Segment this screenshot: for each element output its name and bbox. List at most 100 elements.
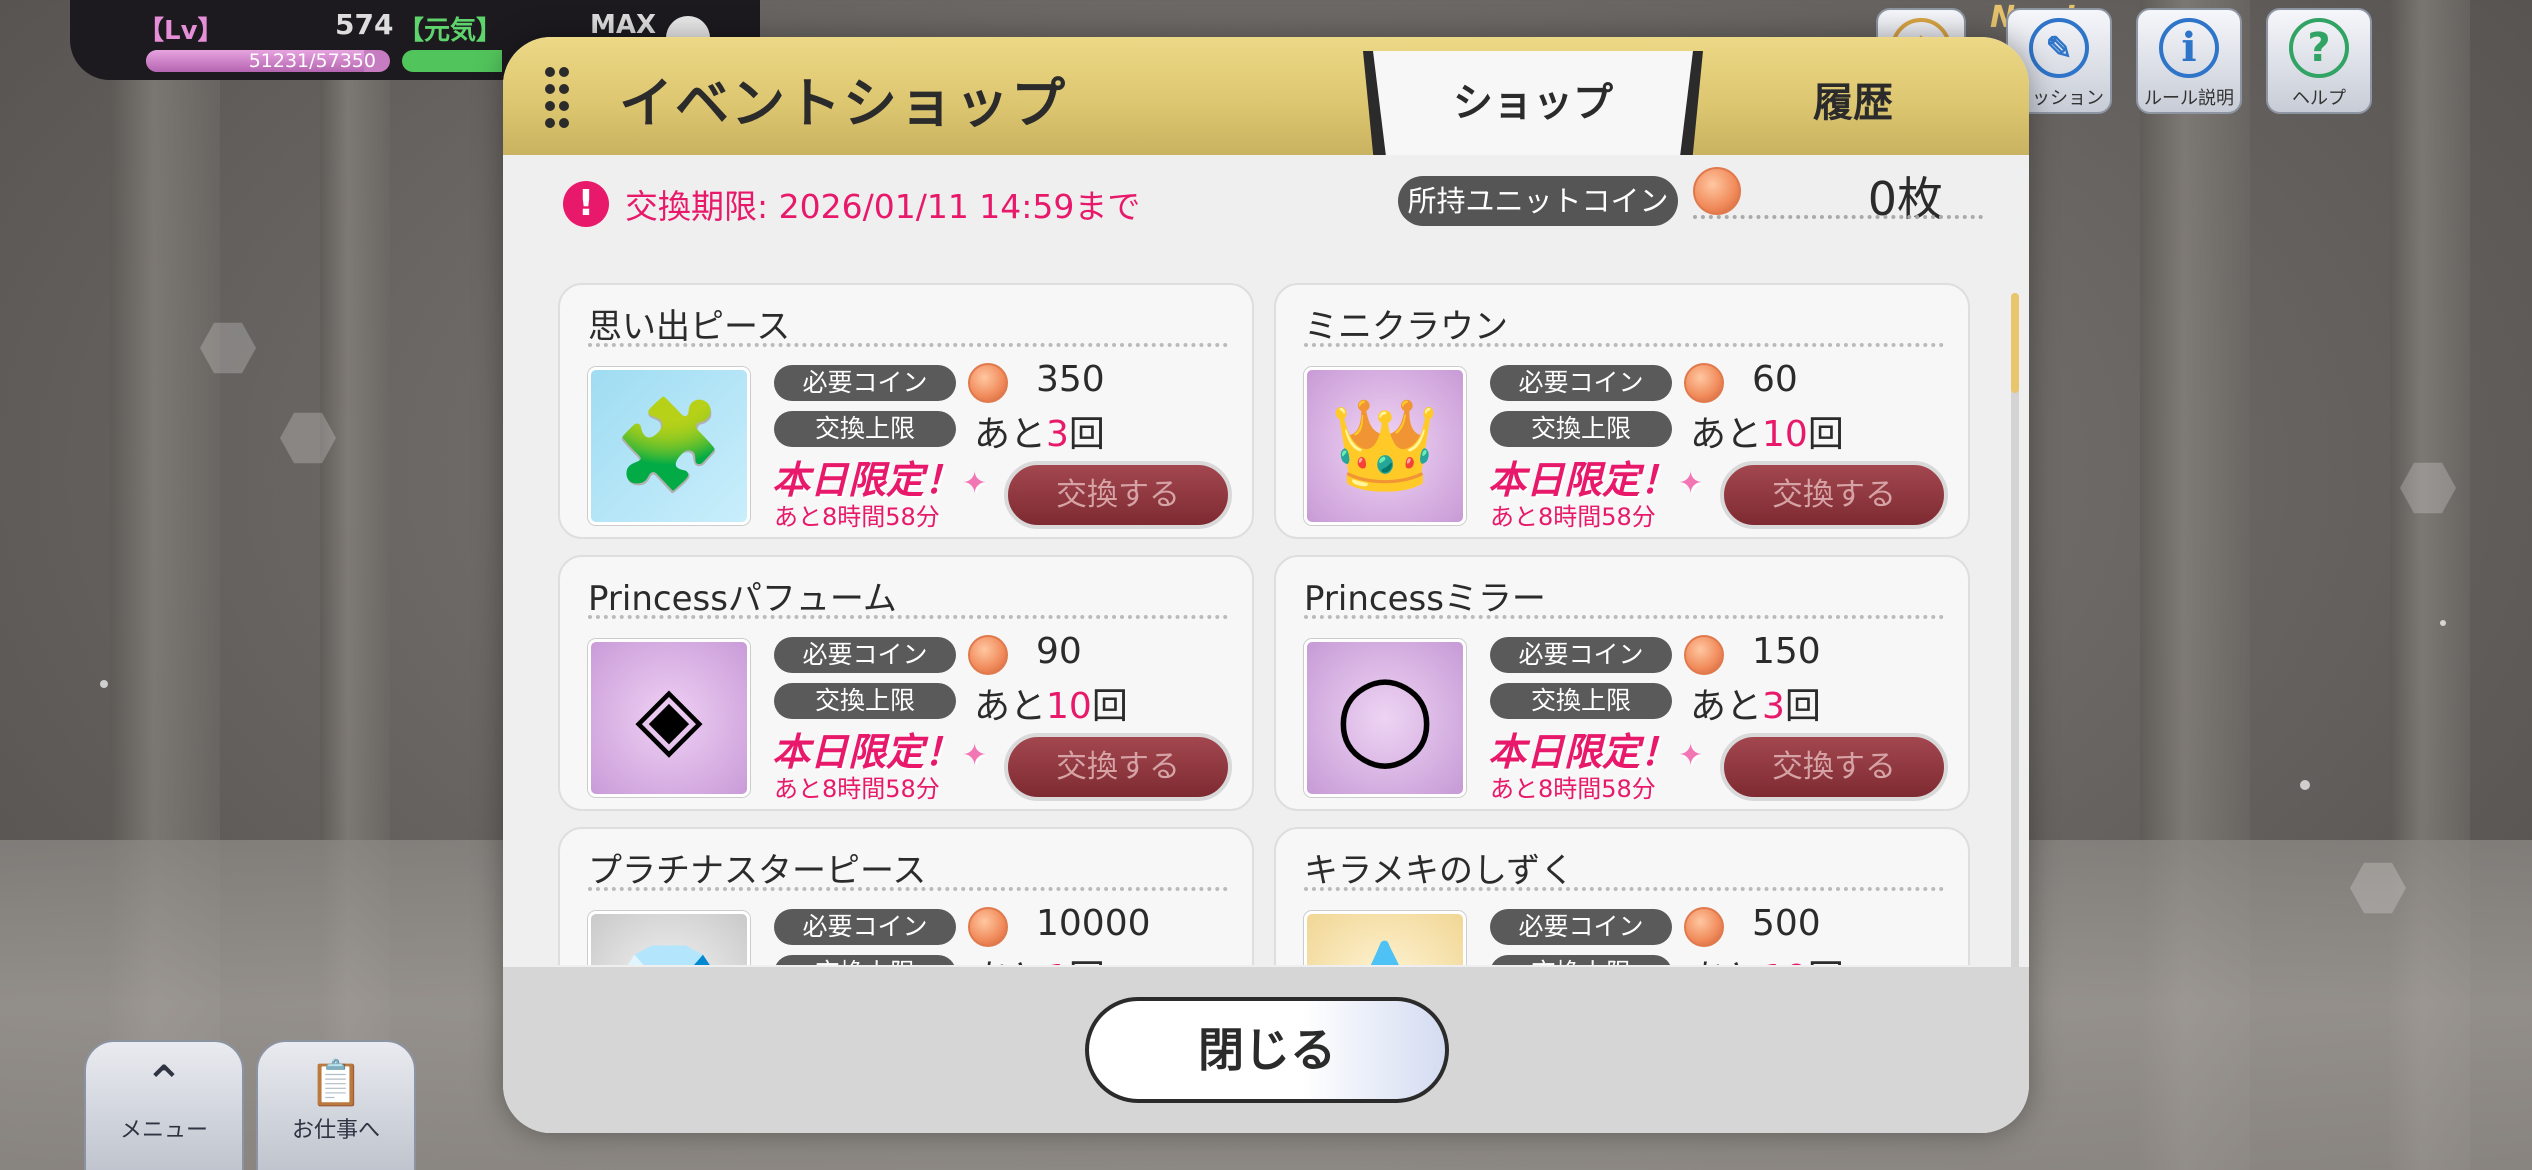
item-name: ミニクラウン	[1304, 307, 1508, 347]
exchange-remaining: あと3回	[974, 405, 1105, 457]
exchange-limit-label: 交換上限	[774, 955, 956, 965]
item-name: Princessミラー	[1304, 579, 1546, 619]
remaining-suffix: 回	[1807, 414, 1844, 455]
owned-coin-label: 所持ユニットコイン	[1398, 176, 1678, 226]
tab-shop[interactable]: ショップ	[1373, 51, 1693, 155]
item-cost: 350	[1036, 359, 1105, 400]
gem-icon[interactable]: 💎	[588, 911, 750, 965]
exchange-remaining: あと1回	[974, 949, 1105, 965]
item-name: キラメキのしずく	[1304, 851, 1575, 891]
mirror-icon[interactable]: ◯	[1304, 639, 1466, 797]
item-cost: 10000	[1036, 903, 1151, 944]
help-button[interactable]: ? ヘルプ	[2266, 8, 2372, 114]
shop-item-card: キラメキのしずく💧必要コイン500交換上限あと10回本日限定！✦あと8時間58分…	[1274, 827, 1970, 965]
exchange-remaining: あと3回	[1690, 677, 1821, 729]
remaining-count: 10	[1762, 414, 1808, 455]
divider	[1304, 615, 1944, 619]
background-sparkle	[2440, 620, 2446, 626]
exchange-limit-label: 交換上限	[774, 683, 956, 719]
exchange-remaining: あと10回	[1690, 949, 1844, 965]
today-only-text: 本日限定！	[1488, 730, 1679, 774]
drop-icon[interactable]: 💧	[1304, 911, 1466, 965]
stamina-bar	[402, 50, 502, 72]
item-cost: 60	[1752, 359, 1798, 400]
remaining-count: 1	[1046, 958, 1069, 965]
divider	[1304, 343, 1944, 347]
required-coin-label: 必要コイン	[1490, 909, 1672, 945]
exchange-remaining: あと10回	[974, 677, 1128, 729]
exchange-deadline-text: 交換期限: 2026/01/11 14:59まで	[625, 187, 1141, 226]
today-only-text: 本日限定！	[772, 730, 963, 774]
tab-history[interactable]: 履歴	[1703, 51, 2003, 155]
background-sparkle	[100, 680, 108, 688]
today-only-badge: 本日限定！✦	[1488, 721, 1703, 776]
remaining-suffix: 回	[1091, 686, 1128, 727]
divider	[588, 343, 1228, 347]
exchange-button[interactable]: 交換する	[1720, 461, 1948, 529]
today-only-badge: 本日限定！✦	[1488, 449, 1703, 504]
help-label: ヘルプ	[2292, 88, 2346, 109]
required-coin-label: 必要コイン	[774, 637, 956, 673]
owned-coin-count: 0枚	[1867, 172, 1943, 226]
list-scrollbar[interactable]	[2011, 293, 2019, 983]
rules-button[interactable]: i ルール説明	[2136, 8, 2242, 114]
unit-coin-icon	[1693, 167, 1741, 215]
coin-icon	[968, 635, 1008, 675]
item-cost: 500	[1752, 903, 1821, 944]
exchange-limit-label: 交換上限	[1490, 683, 1672, 719]
exchange-limit-label: 交換上限	[774, 411, 956, 447]
required-coin-label: 必要コイン	[1490, 365, 1672, 401]
coin-icon	[1684, 363, 1724, 403]
menu-button[interactable]: ⌃ メニュー	[84, 1040, 244, 1170]
dialog-header: イベントショップ ショップ 履歴	[503, 37, 2029, 155]
mission-icon: ✎	[2029, 18, 2089, 78]
coin-icon	[1684, 635, 1724, 675]
remaining-prefix: あと	[1690, 958, 1762, 965]
work-button[interactable]: 📋 お仕事へ	[256, 1040, 416, 1170]
remaining-suffix: 回	[1069, 958, 1105, 965]
dialog-footer: 閉じる	[503, 967, 2029, 1133]
time-remaining: あと8時間58分	[1490, 775, 1656, 803]
work-label: お仕事へ	[291, 1118, 380, 1143]
sparkle-icon: ✦	[1678, 466, 1704, 501]
exchange-button[interactable]: 交換する	[1004, 733, 1232, 801]
divider	[1693, 215, 1983, 219]
coin-icon	[968, 907, 1008, 947]
time-remaining: あと8時間58分	[774, 775, 940, 803]
exchange-button[interactable]: 交換する	[1004, 461, 1232, 529]
required-coin-label: 必要コイン	[774, 365, 956, 401]
divider	[588, 615, 1228, 619]
today-only-text: 本日限定！	[1488, 458, 1679, 502]
stamina-label: 【元気】	[398, 16, 503, 46]
level-value: 574	[335, 8, 394, 41]
stamina-max-label: MAX	[590, 10, 657, 40]
shop-item-card: Princessパフューム ◈ 必要コイン 90 交換上限 あと10回 本日限定！✦ あと8時…	[558, 555, 1254, 811]
remaining-count: 3	[1046, 414, 1069, 455]
exchange-limit-label: 交換上限	[1490, 955, 1672, 965]
exchange-button[interactable]: 交換する	[1720, 733, 1948, 801]
item-name: Princessパフューム	[588, 579, 897, 619]
exp-progress-bar: 51231/57350	[146, 50, 390, 72]
warning-icon: !	[563, 181, 609, 227]
chevron-up-icon: ⌃	[143, 1055, 185, 1113]
rules-label: ルール説明	[2144, 88, 2234, 109]
shop-item-list[interactable]: 思い出ピース 🧩 必要コイン 350 交換上限 あと3回 本日限定！✦ あと8時間58分 交換す…	[503, 243, 2029, 965]
close-button[interactable]: 閉じる	[1085, 997, 1449, 1103]
background-sparkle	[2300, 780, 2310, 790]
perfume-icon[interactable]: ◈	[588, 639, 750, 797]
required-coin-label: 必要コイン	[774, 909, 956, 945]
event-shop-dialog: イベントショップ ショップ 履歴 ! 交換期限: 2026/01/11 14:5…	[503, 37, 2029, 1133]
today-only-text: 本日限定！	[772, 458, 963, 502]
exchange-remaining: あと10回	[1690, 405, 1844, 457]
crown-icon[interactable]: 👑	[1304, 367, 1466, 525]
level-label: 【Lv】	[138, 16, 224, 46]
drag-handle-icon[interactable]	[545, 67, 569, 129]
today-only-badge: 本日限定！✦	[772, 449, 987, 504]
sparkle-icon: ✦	[962, 466, 988, 501]
list-scrollbar-thumb[interactable]	[2011, 293, 2019, 393]
divider	[1304, 887, 1944, 891]
remaining-prefix: あと	[974, 958, 1046, 965]
puzzle-icon[interactable]: 🧩	[588, 367, 750, 525]
exchange-deadline: ! 交換期限: 2026/01/11 14:59まで	[563, 179, 1140, 229]
remaining-count: 10	[1762, 958, 1808, 965]
